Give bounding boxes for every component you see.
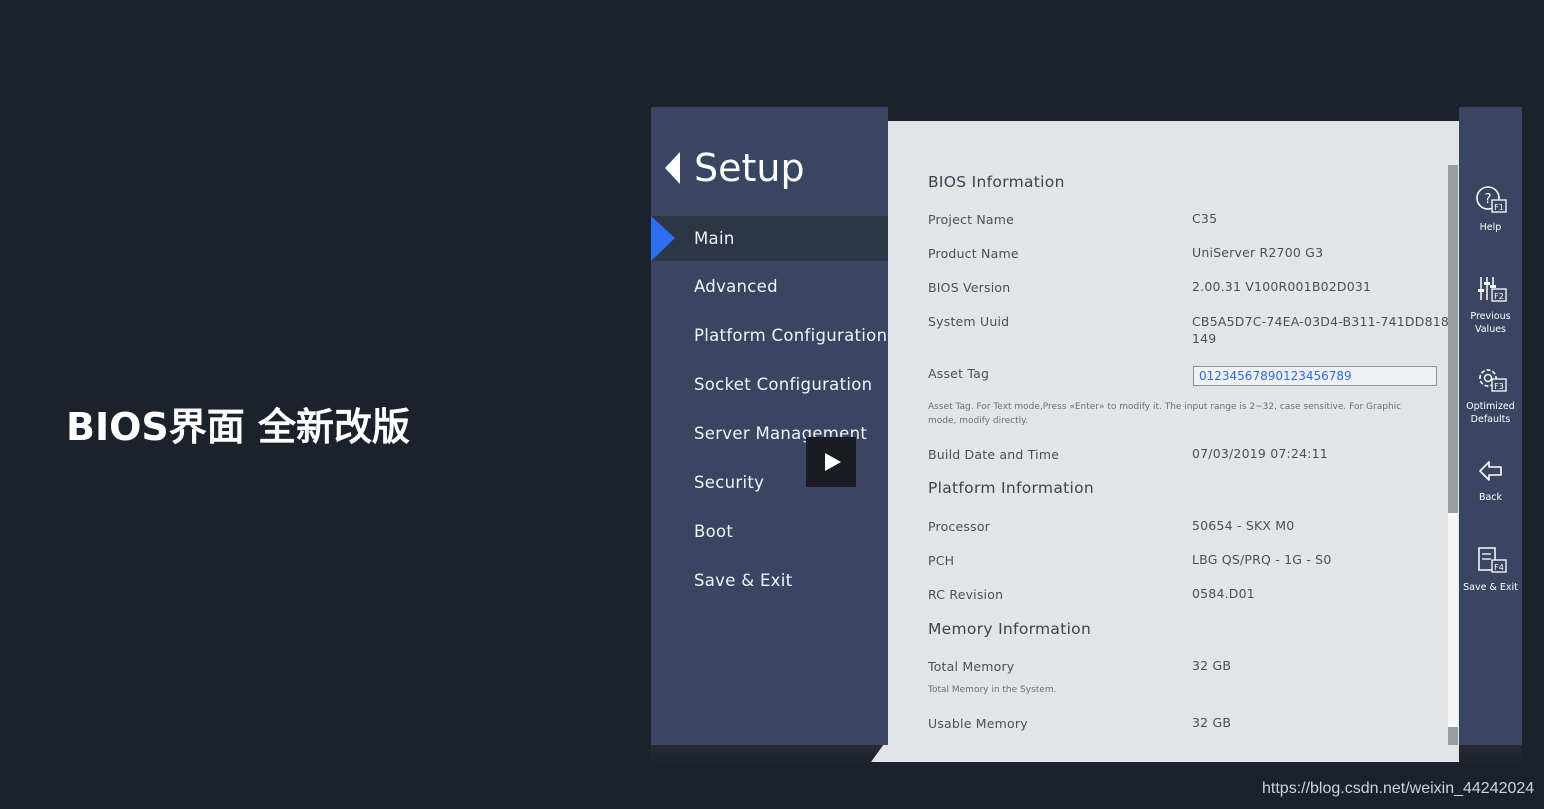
help-icon: ? F1 <box>1475 186 1507 213</box>
total-memory-help: Total Memory in the System. <box>928 685 1057 695</box>
play-icon <box>825 453 841 471</box>
content-scrollbar[interactable] <box>1448 165 1458 745</box>
main-content: BIOS Information Project Name C35 Produc… <box>888 121 1459 762</box>
optimized-defaults-button[interactable]: F3 Optimized Defaults <box>1459 364 1522 426</box>
optimized-defaults-label-line2: Defaults <box>1470 414 1511 425</box>
sidebar-item-label: Platform Configuration <box>694 326 888 345</box>
gear-icon: F3 <box>1478 369 1507 392</box>
value-pch: LBG QS/PRQ - 1G - S0 <box>1192 552 1332 567</box>
value-rc-revision: 0584.D01 <box>1192 586 1255 601</box>
sliders-icon: F2 <box>1477 277 1507 302</box>
label-project-name: Project Name <box>928 212 1015 227</box>
label-usable-memory: Usable Memory <box>928 716 1028 731</box>
previous-values-button[interactable]: F2 Previous Values <box>1459 274 1522 336</box>
label-build-date: Build Date and Time <box>928 447 1060 462</box>
sidebar-item-label: Main <box>694 229 735 248</box>
value-system-uuid: CB5A5D7C-74EA-03D4-B311-741DD8186 149 <box>1192 313 1457 347</box>
svg-text:F1: F1 <box>1494 203 1504 212</box>
scrollbar-bottom[interactable] <box>1448 727 1458 745</box>
label-asset-tag: Asset Tag <box>928 366 990 381</box>
save-exit-button[interactable]: F4 Save & Exit <box>1459 545 1522 594</box>
help-button[interactable]: ? F1 Help <box>1459 185 1522 234</box>
sidebar-item-main[interactable]: Main <box>651 216 888 261</box>
back-label: Back <box>1478 492 1503 503</box>
label-processor: Processor <box>928 519 991 534</box>
sidebar-item-label: Advanced <box>694 277 778 296</box>
save-icon: F4 <box>1477 547 1507 573</box>
sidebar-item-advanced[interactable]: Advanced <box>651 265 888 314</box>
label-total-memory: Total Memory <box>928 659 1015 674</box>
section-title-platform-information: Platform Information <box>928 479 1095 497</box>
section-title-bios-information: BIOS Information <box>928 173 1065 191</box>
asset-tag-help: Asset Tag. For Text mode,Press «Enter» t… <box>928 400 1401 428</box>
sidebar-item-socket-configuration[interactable]: Socket Configuration <box>651 363 888 412</box>
sidebar-item-platform-configuration[interactable]: Platform Configuration <box>651 314 888 363</box>
asset-tag-input[interactable] <box>1193 366 1437 386</box>
value-system-uuid-line2: 149 <box>1192 331 1217 346</box>
svg-text:F3: F3 <box>1494 382 1504 391</box>
back-button[interactable]: Back <box>1459 457 1522 504</box>
function-key-bar: ? F1 Help F2 Previous Values F3 Optimize… <box>1459 107 1522 745</box>
asset-tag-help-line1: Asset Tag. For Text mode,Press «Enter» t… <box>928 402 1402 412</box>
setup-title-bar[interactable]: Setup <box>665 143 805 193</box>
value-usable-memory: 32 GB <box>1192 715 1232 730</box>
label-pch: PCH <box>928 553 955 568</box>
sidebar-item-save-exit[interactable]: Save & Exit <box>651 559 888 608</box>
active-marker-icon <box>651 216 675 261</box>
value-system-uuid-line1: CB5A5D7C-74EA-03D4-B311-741DD8186 <box>1192 314 1458 329</box>
sidebar-menu: Main Advanced Platform Configuration Soc… <box>651 216 888 608</box>
label-rc-revision: RC Revision <box>928 587 1004 602</box>
previous-values-label-line1: Previous <box>1470 311 1511 322</box>
value-processor: 50654 - SKX M0 <box>1192 518 1295 533</box>
bios-screenshot: Setup Main Advanced Platform Configurati… <box>651 107 1522 762</box>
section-title-memory-information: Memory Information <box>928 620 1092 638</box>
label-bios-version: BIOS Version <box>928 280 1011 295</box>
scrollbar-thumb[interactable] <box>1448 165 1458 513</box>
back-triangle-icon[interactable] <box>665 152 680 184</box>
sidebar-item-label: Security <box>694 473 765 492</box>
previous-values-label-line2: Values <box>1474 324 1507 335</box>
help-label: Help <box>1479 222 1502 233</box>
headline: BIOS界面 全新改版 <box>66 405 411 449</box>
value-build-date: 07/03/2019 07:24:11 <box>1192 446 1328 461</box>
label-system-uuid: System Uuid <box>928 314 1010 329</box>
back-arrow-icon <box>1478 461 1502 481</box>
save-exit-label: Save & Exit <box>1463 582 1518 593</box>
asset-tag-help-line2: mode, modify directly. <box>928 416 1029 426</box>
value-total-memory: 32 GB <box>1192 658 1232 673</box>
label-product-name: Product Name <box>928 246 1019 261</box>
setup-title: Setup <box>694 146 805 190</box>
optimized-defaults-label-line1: Optimized <box>1466 401 1515 412</box>
svg-text:F2: F2 <box>1494 292 1504 301</box>
sidebar-item-label: Socket Configuration <box>694 375 873 394</box>
watermark: https://blog.csdn.net/weixin_44242024 <box>1262 780 1535 797</box>
sidebar-item-label: Save & Exit <box>694 571 793 590</box>
svg-text:?: ? <box>1484 192 1491 207</box>
value-product-name: UniServer R2700 G3 <box>1192 245 1324 260</box>
sidebar: Setup Main Advanced Platform Configurati… <box>651 107 888 745</box>
value-project-name: C35 <box>1192 211 1218 226</box>
value-bios-version: 2.00.31 V100R001B02D031 <box>1192 279 1372 294</box>
sidebar-item-boot[interactable]: Boot <box>651 510 888 559</box>
video-play-button[interactable] <box>806 437 856 487</box>
svg-text:F4: F4 <box>1494 563 1504 572</box>
sidebar-item-label: Boot <box>694 522 734 541</box>
